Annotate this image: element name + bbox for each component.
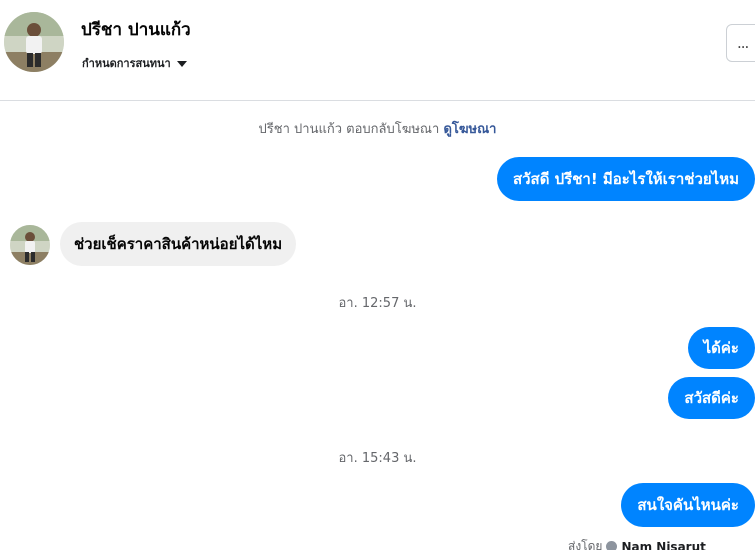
ad-reply-note-text: ปรีชา ปานแก้ว ตอบกลับโฆษณา — [258, 122, 440, 137]
conversation-header: ปรีชา ปานแก้ว กำหนดการสนทนา ... — [0, 0, 755, 101]
contact-avatar[interactable] — [4, 12, 64, 72]
message-incoming[interactable]: ช่วยเช็คราคาสินค้าหน่อยได้ไหม — [60, 222, 297, 266]
message-outgoing[interactable]: สนใจคันไหนค่ะ — [621, 483, 755, 527]
message-outgoing[interactable]: สวัสดีค่ะ — [668, 377, 755, 419]
ad-reply-note: ปรีชา ปานแก้ว ตอบกลับโฆษณา ดูโฆษณา — [0, 118, 755, 139]
check-circle-icon — [606, 541, 618, 550]
sent-by-info: ส่งโดย Nam Nisarut — [568, 537, 706, 550]
message-outgoing[interactable]: ได้ค่ะ — [687, 327, 755, 369]
message-outgoing[interactable]: สวัสดี ปรีชา! มีอะไรให้เราช่วยไหม — [496, 157, 755, 201]
contact-photo-icon — [10, 225, 50, 265]
sent-by-label: ส่งโดย — [568, 539, 603, 550]
conversation-settings-label: กำหนดการสนทนา — [82, 57, 171, 70]
message-timestamp: อา. 15:43 น. — [338, 451, 417, 466]
view-ad-link[interactable]: ดูโฆษณา — [443, 122, 496, 137]
contact-name[interactable]: ปรีชา ปานแก้ว — [81, 16, 191, 43]
sent-by-name[interactable]: Nam Nisarut — [621, 540, 705, 550]
message-timestamp: อา. 12:57 น. — [338, 296, 417, 311]
contact-avatar-small[interactable] — [10, 225, 50, 265]
caret-down-icon — [176, 60, 187, 67]
ellipsis-icon: ... — [737, 33, 749, 52]
contact-photo-icon — [4, 12, 64, 72]
more-options-button[interactable]: ... — [726, 24, 755, 62]
conversation-settings-dropdown[interactable]: กำหนดการสนทนา — [82, 54, 187, 72]
